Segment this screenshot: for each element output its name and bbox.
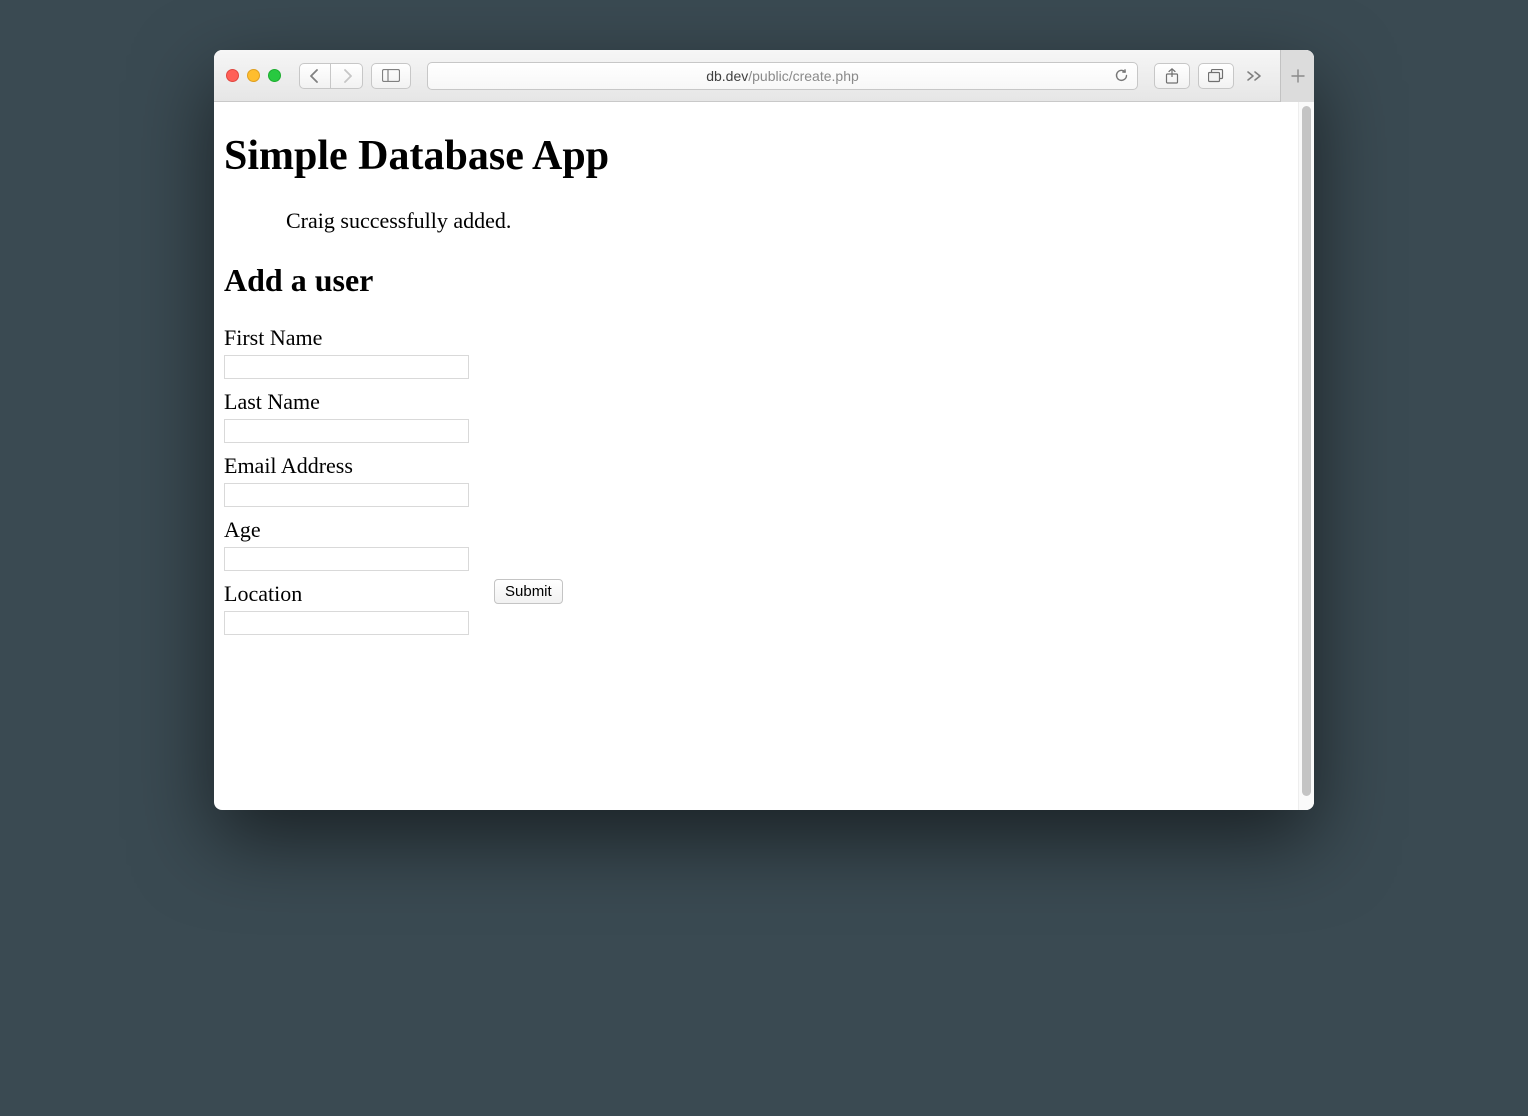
share-icon — [1165, 68, 1179, 84]
plus-icon — [1291, 69, 1305, 83]
form-field: Last Name — [224, 389, 1288, 443]
first-name-input[interactable] — [224, 355, 469, 379]
nav-buttons — [299, 63, 363, 89]
tabs-button[interactable] — [1198, 63, 1234, 89]
section-heading: Add a user — [224, 262, 1288, 299]
back-button[interactable] — [299, 63, 331, 89]
email-input[interactable] — [224, 483, 469, 507]
share-button[interactable] — [1154, 63, 1190, 89]
chevron-right-icon — [342, 69, 352, 83]
new-tab-button[interactable] — [1280, 50, 1314, 102]
form-field: First Name — [224, 325, 1288, 379]
email-label: Email Address — [224, 453, 1288, 479]
page-title: Simple Database App — [224, 132, 1288, 180]
location-input[interactable] — [224, 611, 469, 635]
window-controls — [226, 69, 281, 82]
last-name-label: Last Name — [224, 389, 1288, 415]
tabs-icon — [1208, 69, 1224, 83]
address-text: db.dev/public/create.php — [706, 68, 859, 84]
titlebar: db.dev/public/create.php — [214, 50, 1314, 102]
last-name-input[interactable] — [224, 419, 469, 443]
forward-button[interactable] — [331, 63, 363, 89]
form-field: Age — [224, 517, 1288, 571]
reload-button[interactable] — [1114, 68, 1129, 83]
toolbar-right — [1154, 63, 1268, 89]
age-label: Age — [224, 517, 1288, 543]
browser-window: db.dev/public/create.php — [214, 50, 1314, 810]
scrollbar-thumb[interactable] — [1302, 106, 1311, 796]
close-window-button[interactable] — [226, 69, 239, 82]
scrollbar-track[interactable] — [1298, 102, 1314, 810]
page-content: Simple Database App Craig successfully a… — [214, 102, 1298, 810]
first-name-label: First Name — [224, 325, 1288, 351]
fullscreen-window-button[interactable] — [268, 69, 281, 82]
form-field: Location Submit — [224, 581, 1288, 635]
address-bar[interactable]: db.dev/public/create.php — [427, 62, 1138, 90]
sidebar-icon — [382, 69, 400, 82]
toolbar-overflow-button[interactable] — [1242, 70, 1268, 82]
reload-icon — [1114, 68, 1129, 83]
form-field: Email Address — [224, 453, 1288, 507]
chevron-double-right-icon — [1246, 70, 1264, 82]
location-label: Location — [224, 581, 1288, 607]
viewport: Simple Database App Craig successfully a… — [214, 102, 1314, 810]
age-input[interactable] — [224, 547, 469, 571]
sidebar-toggle-button[interactable] — [371, 63, 411, 89]
minimize-window-button[interactable] — [247, 69, 260, 82]
chevron-left-icon — [310, 69, 320, 83]
status-message: Craig successfully added. — [286, 208, 1288, 234]
submit-button[interactable]: Submit — [494, 579, 563, 604]
